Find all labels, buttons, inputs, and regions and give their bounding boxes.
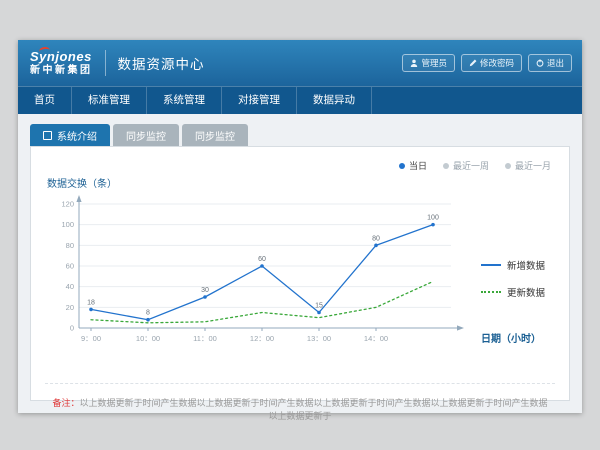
svg-text:60: 60 xyxy=(66,262,74,271)
chart-side-area: 新增数据 更新数据 日期（小时） xyxy=(477,194,555,362)
tab-system-intro[interactable]: 系统介绍 xyxy=(30,124,110,146)
nav-item-standard-mgmt[interactable]: 标准管理 xyxy=(72,87,147,114)
svg-text:120: 120 xyxy=(61,200,74,209)
blue-line-icon xyxy=(481,264,501,266)
svg-text:80: 80 xyxy=(66,241,74,250)
legend-updated-data: 更新数据 xyxy=(481,285,555,299)
footnote: 备注：以上数据更新于时间产生数据以上数据更新于时间产生数据以上数据更新于时间产生… xyxy=(45,383,555,422)
svg-text:30: 30 xyxy=(201,287,209,294)
legend-new-data-label: 新增数据 xyxy=(507,258,545,272)
time-range-filters: 当日 最近一周 最近一月 xyxy=(399,159,551,172)
brand-logo: Synjones 新中新集团 xyxy=(28,50,93,76)
content-area: 系统介绍 同步监控 同步监控 当日 最近一周 xyxy=(18,114,582,413)
y-axis-title: 数据交换（条） xyxy=(47,175,555,190)
filter-today-label: 当日 xyxy=(409,159,427,172)
tab-sync-monitor-2-label: 同步监控 xyxy=(195,128,235,143)
header: Synjones 新中新集团 数据资源中心 管理员 修改密码 退出 xyxy=(18,40,582,86)
admin-user-label: 管理员 xyxy=(421,57,447,69)
svg-text:100: 100 xyxy=(427,215,439,222)
svg-text:80: 80 xyxy=(372,235,380,242)
tab-bar: 系统介绍 同步监控 同步监控 xyxy=(30,124,570,146)
svg-text:100: 100 xyxy=(61,220,74,229)
svg-text:15: 15 xyxy=(315,303,323,310)
main-nav: 首页 标准管理 系统管理 对接管理 数据异动 xyxy=(18,86,582,114)
tab-sync-monitor-1-label: 同步监控 xyxy=(126,128,166,143)
filter-last-week[interactable]: 最近一周 xyxy=(443,159,489,172)
pencil-icon xyxy=(469,59,477,67)
svg-text:9：00: 9：00 xyxy=(81,334,101,343)
logout-button[interactable]: 退出 xyxy=(528,54,572,72)
tab-system-intro-label: 系统介绍 xyxy=(57,128,97,143)
legend-new-data: 新增数据 xyxy=(481,258,555,272)
app-title: 数据资源中心 xyxy=(118,53,205,73)
nav-item-data-changes[interactable]: 数据异动 xyxy=(297,87,372,114)
green-dashed-line-icon xyxy=(481,291,501,293)
tab-square-icon xyxy=(43,131,52,140)
nav-item-interface-mgmt[interactable]: 对接管理 xyxy=(222,87,297,114)
filter-dot-icon xyxy=(399,163,405,169)
filter-last-month[interactable]: 最近一月 xyxy=(505,159,551,172)
header-divider xyxy=(105,50,106,76)
svg-text:8: 8 xyxy=(146,310,150,317)
logo-swoosh-icon xyxy=(38,46,50,55)
svg-text:10：00: 10：00 xyxy=(136,334,160,343)
user-icon xyxy=(410,59,418,67)
legend-updated-data-label: 更新数据 xyxy=(507,285,545,299)
svg-text:18: 18 xyxy=(87,299,95,306)
logout-label: 退出 xyxy=(547,57,564,69)
svg-text:14：00: 14：00 xyxy=(364,334,388,343)
x-axis-title: 日期（小时） xyxy=(481,330,541,345)
chart-panel: 当日 最近一周 最近一月 数据交换（条） 0 20 40 60 80 100 120 9：00… xyxy=(30,146,570,401)
nav-item-home[interactable]: 首页 xyxy=(18,87,72,114)
tab-sync-monitor-2[interactable]: 同步监控 xyxy=(182,124,248,146)
svg-text:20: 20 xyxy=(66,303,74,312)
footnote-prefix: 备注： xyxy=(52,398,79,408)
logout-icon xyxy=(536,59,544,67)
nav-item-system-mgmt[interactable]: 系统管理 xyxy=(147,87,222,114)
filter-last-week-label: 最近一周 xyxy=(453,159,489,172)
footnote-text: 以上数据更新于时间产生数据以上数据更新于时间产生数据以上数据更新于时间产生数据以… xyxy=(80,398,548,421)
chart-row: 0 20 40 60 80 100 120 9：00 10：00 11：00 12：00 13：00 1… xyxy=(45,194,555,367)
app-window: Synjones 新中新集团 数据资源中心 管理员 修改密码 退出 首页 标准 xyxy=(18,40,582,413)
svg-text:60: 60 xyxy=(258,256,266,263)
svg-text:12：00: 12：00 xyxy=(250,334,274,343)
tab-sync-monitor-1[interactable]: 同步监控 xyxy=(113,124,179,146)
logo-secondary-text: 新中新集团 xyxy=(30,66,93,77)
svg-text:0: 0 xyxy=(70,324,74,333)
admin-user-button[interactable]: 管理员 xyxy=(402,54,455,72)
filter-dot-icon xyxy=(505,163,511,169)
line-chart: 0 20 40 60 80 100 120 9：00 10：00 11：00 12：00 13：00 1… xyxy=(45,194,477,367)
change-password-label: 修改密码 xyxy=(480,57,514,69)
change-password-button[interactable]: 修改密码 xyxy=(461,54,522,72)
filter-last-month-label: 最近一月 xyxy=(515,159,551,172)
svg-text:40: 40 xyxy=(66,282,74,291)
filter-dot-icon xyxy=(443,163,449,169)
filter-today[interactable]: 当日 xyxy=(399,159,427,172)
svg-text:13：00: 13：00 xyxy=(307,334,331,343)
svg-text:11：00: 11：00 xyxy=(193,334,217,343)
